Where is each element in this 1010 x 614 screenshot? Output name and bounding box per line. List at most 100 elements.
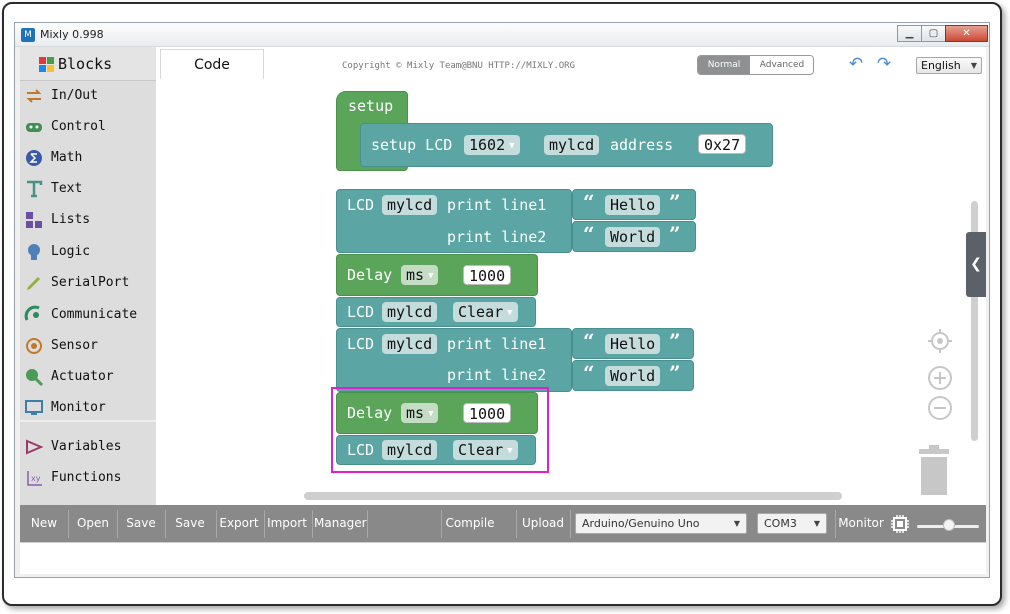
sidebar-item-lists[interactable]: Lists [20, 206, 156, 234]
print-line2-label: print line2 [447, 366, 547, 384]
lcd-print-block-2[interactable]: LCD mylcd print line1 print line2 [336, 328, 572, 392]
text-block-hello-1[interactable]: “ Hello ” [572, 189, 696, 220]
lcd-type-dropdown[interactable]: 1602 ▼ [464, 135, 520, 155]
toolbar-divider [68, 510, 69, 538]
trash-icon[interactable] [916, 445, 952, 497]
sidebar-item-inout[interactable]: In/Out [20, 82, 156, 110]
sidebar-item-logic[interactable]: Logic [20, 238, 156, 266]
sidebar-item-actuator[interactable]: Actuator [20, 363, 156, 391]
lcd-print-block-1[interactable]: LCD mylcd print line1 print line2 [336, 189, 572, 253]
lcd-name-field[interactable]: mylcd [382, 195, 438, 215]
tab-code[interactable]: Code [160, 49, 264, 79]
copyright-text: Copyright © Mixly Team@BNU HTTP://MIXLY.… [342, 61, 575, 71]
horizontal-scrollbar[interactable] [304, 492, 842, 500]
chevron-down-icon: ▼ [507, 308, 513, 318]
mode-advanced-button[interactable]: Advanced [750, 56, 813, 74]
sensor-icon [26, 338, 42, 354]
delay-value-field[interactable]: 1000 [463, 265, 512, 285]
save-as-button[interactable]: Save as [168, 505, 212, 567]
sidebar-item-label: Monitor [51, 400, 106, 415]
sidebar-item-label: Sensor [51, 338, 98, 353]
toolbar-divider [835, 510, 836, 538]
sidebar-item-label: Text [51, 181, 83, 196]
zoom-slider-knob[interactable] [943, 519, 955, 531]
address-value-field[interactable]: 0x27 [698, 134, 747, 154]
monitor-button[interactable]: Monitor [838, 505, 884, 542]
print-line2-label: print line2 [447, 228, 547, 246]
close-button[interactable]: ✕ [945, 25, 988, 42]
quote-open-icon: “ [583, 222, 595, 246]
text-block-hello-2[interactable]: “ Hello ” [572, 328, 694, 359]
chevron-down-icon: ▼ [509, 141, 515, 151]
language-select[interactable]: English ▼ [916, 57, 982, 74]
lcd-name-field[interactable]: mylcd [544, 135, 600, 155]
setup-lcd-block[interactable]: setup LCD 1602 ▼ mylcd address 0x27 [360, 123, 773, 167]
satellite-icon [24, 305, 40, 321]
delay-block-1[interactable]: Delay ms ▼ 1000 [336, 254, 538, 296]
import-button[interactable]: Import [266, 505, 308, 542]
sidebar-item-functions[interactable]: xy Functions [20, 464, 156, 492]
text-value-field[interactable]: World [605, 366, 661, 386]
minimize-button[interactable]: ▁ [897, 25, 922, 42]
quote-close-icon: ” [669, 222, 681, 246]
bottom-toolbar: New Open Save Save as Export Import Mana… [20, 505, 986, 567]
upload-button[interactable]: Upload [520, 505, 566, 542]
chevron-down-icon: ▼ [813, 519, 820, 528]
mode-switch: Normal Advanced [697, 55, 814, 75]
redo-icon[interactable]: ↷ [874, 55, 894, 73]
delay-unit-dropdown[interactable]: ms ▼ [401, 265, 439, 285]
lcd-prefix-label: LCD [347, 303, 375, 321]
gamepad-icon [26, 123, 42, 132]
sidebar-item-communicate[interactable]: Communicate [20, 301, 156, 329]
chevron-down-icon: ▼ [970, 61, 977, 70]
blocks-header: Blocks [20, 47, 156, 81]
export-button[interactable]: Export [218, 505, 260, 542]
sidebar-item-control[interactable]: Control [20, 113, 156, 141]
sidebar-item-variables[interactable]: Variables [20, 433, 156, 461]
quote-open-icon: “ [583, 361, 595, 385]
lcd-name-field[interactable]: mylcd [382, 302, 438, 322]
output-area [20, 542, 986, 574]
save-button[interactable]: Save [120, 505, 162, 542]
recenter-icon[interactable] [927, 328, 953, 354]
zoom-out-icon[interactable] [927, 395, 953, 421]
text-value-field[interactable]: Hello [605, 195, 661, 215]
lcd-clear-block-1[interactable]: LCD mylcd Clear ▼ [336, 297, 536, 327]
compile-button[interactable]: Compile [444, 505, 496, 542]
sidebar-item-label: Communicate [51, 307, 138, 322]
sidebar-item-math[interactable]: Math [20, 144, 156, 172]
chevron-left-icon[interactable]: ❮ [966, 232, 986, 297]
sidebar-item-label: Actuator [51, 369, 114, 384]
manager-button[interactable]: Manager [314, 505, 367, 542]
lcd-name-field[interactable]: mylcd [382, 334, 438, 354]
port-select[interactable]: COM3 ▼ [757, 513, 827, 534]
open-button[interactable]: Open [72, 505, 114, 542]
toolbar-divider [216, 510, 217, 538]
toolbar-divider [441, 510, 442, 538]
sidebar-item-text[interactable]: Text [20, 175, 156, 203]
text-block-world-1[interactable]: “ World ” [572, 221, 696, 252]
toolbar-divider [367, 510, 368, 538]
maximize-button[interactable]: ▢ [921, 25, 946, 42]
quote-close-icon: ” [669, 361, 681, 385]
clear-action-dropdown[interactable]: Clear ▼ [453, 302, 518, 322]
sidebar-item-monitor[interactable]: Monitor [20, 394, 156, 422]
text-value-field[interactable]: World [605, 227, 661, 247]
setup-lcd-label: setup LCD [371, 136, 453, 154]
sidebar-item-serialport[interactable]: SerialPort [20, 269, 156, 297]
blockly-workspace[interactable]: setup setup LCD 1602 ▼ mylcd address 0x27… [156, 81, 986, 505]
toolbar-divider [117, 510, 118, 538]
title-bar: M Mixly 0.998 ▁ ▢ ✕ [15, 23, 989, 47]
new-button[interactable]: New [24, 505, 64, 542]
zoom-in-icon[interactable] [927, 365, 953, 391]
board-select[interactable]: Arduino/Genuino Uno ▼ [575, 513, 747, 534]
undo-icon[interactable]: ↶ [846, 55, 866, 73]
quote-close-icon: ” [669, 329, 681, 353]
sidebar-item-label: Math [51, 150, 83, 165]
chip-icon[interactable] [890, 514, 910, 534]
text-block-world-2[interactable]: “ World ” [572, 360, 694, 391]
text-value-field[interactable]: Hello [605, 334, 661, 354]
mode-normal-button[interactable]: Normal [698, 56, 750, 74]
sidebar-item-sensor[interactable]: Sensor [20, 332, 156, 360]
delay-unit-value: ms [406, 266, 425, 284]
